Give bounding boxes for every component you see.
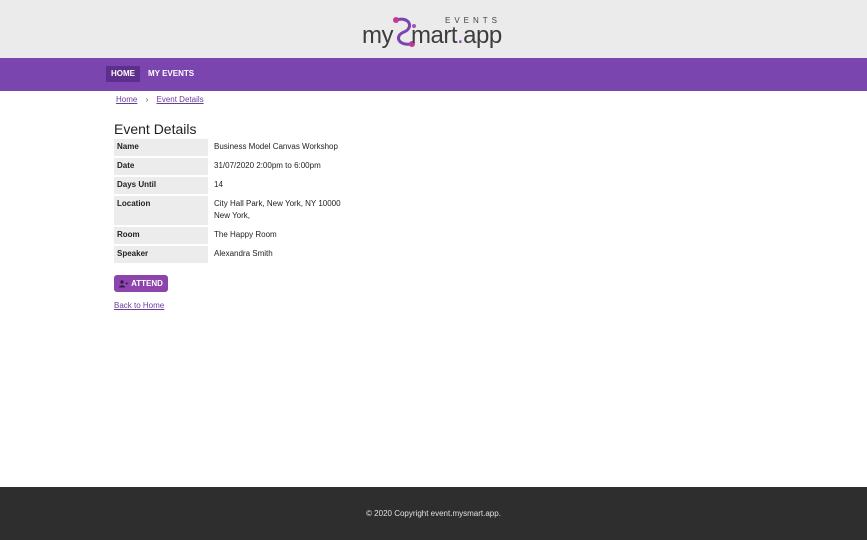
speaker-label: Speaker xyxy=(114,246,208,263)
location-line-2: New York, xyxy=(214,211,251,220)
room-value: The Happy Room xyxy=(214,230,277,239)
days-until-value: 14 xyxy=(214,180,223,189)
back-to-home-link[interactable]: Back to Home xyxy=(114,301,164,310)
room-label: Room xyxy=(114,227,208,244)
breadcrumb-home-link[interactable]: Home xyxy=(116,95,137,104)
site-header: my mart.app EVENTS xyxy=(0,0,867,58)
table-row: Location City Hall Park, New York, NY 10… xyxy=(114,196,368,225)
table-row: Name Business Model Canvas Workshop xyxy=(114,139,368,156)
table-row: Room The Happy Room xyxy=(114,227,368,244)
nav-home[interactable]: HOME xyxy=(106,66,140,82)
days-until-label: Days Until xyxy=(114,177,208,194)
nav-my-events[interactable]: MY EVENTS xyxy=(143,66,199,82)
table-row: Speaker Alexandra Smith xyxy=(114,246,368,263)
logo-text-my: my xyxy=(362,22,394,49)
breadcrumb: Home › Event Details xyxy=(116,95,204,104)
breadcrumb-separator: › xyxy=(145,95,149,104)
attend-button-label: ATTEND xyxy=(131,279,163,288)
table-row: Date 31/07/2020 2:00pm to 6:00pm xyxy=(114,158,368,175)
site-logo[interactable]: my mart.app EVENTS xyxy=(362,14,512,50)
speaker-value: Alexandra Smith xyxy=(214,249,273,258)
site-footer: © 2020 Copyright event.mysmart.app. xyxy=(0,487,867,540)
page-title: Event Details xyxy=(114,121,197,137)
main-nav: HOME MY EVENTS xyxy=(0,58,867,91)
table-row: Days Until 14 xyxy=(114,177,368,194)
logo-text-app: app xyxy=(463,22,502,49)
name-label: Name xyxy=(114,139,208,156)
logo-text: my mart.app xyxy=(362,22,502,50)
date-label: Date xyxy=(114,158,208,175)
date-value: 31/07/2020 2:00pm to 6:00pm xyxy=(214,161,321,170)
user-plus-icon xyxy=(119,279,129,287)
footer-copyright: © 2020 Copyright event.mysmart.app. xyxy=(366,509,501,518)
location-label: Location xyxy=(114,196,208,225)
location-value: City Hall Park, New York, NY 10000 New Y… xyxy=(208,196,368,225)
event-details-table: Name Business Model Canvas Workshop Date… xyxy=(114,137,368,265)
attend-button[interactable]: ATTEND xyxy=(114,275,168,292)
location-line-1: City Hall Park, New York, NY 10000 xyxy=(214,199,341,208)
logo-events-label: EVENTS xyxy=(445,16,502,25)
breadcrumb-current-link[interactable]: Event Details xyxy=(156,95,203,104)
logo-text-mart: mart xyxy=(411,22,458,49)
name-value: Business Model Canvas Workshop xyxy=(214,142,338,151)
